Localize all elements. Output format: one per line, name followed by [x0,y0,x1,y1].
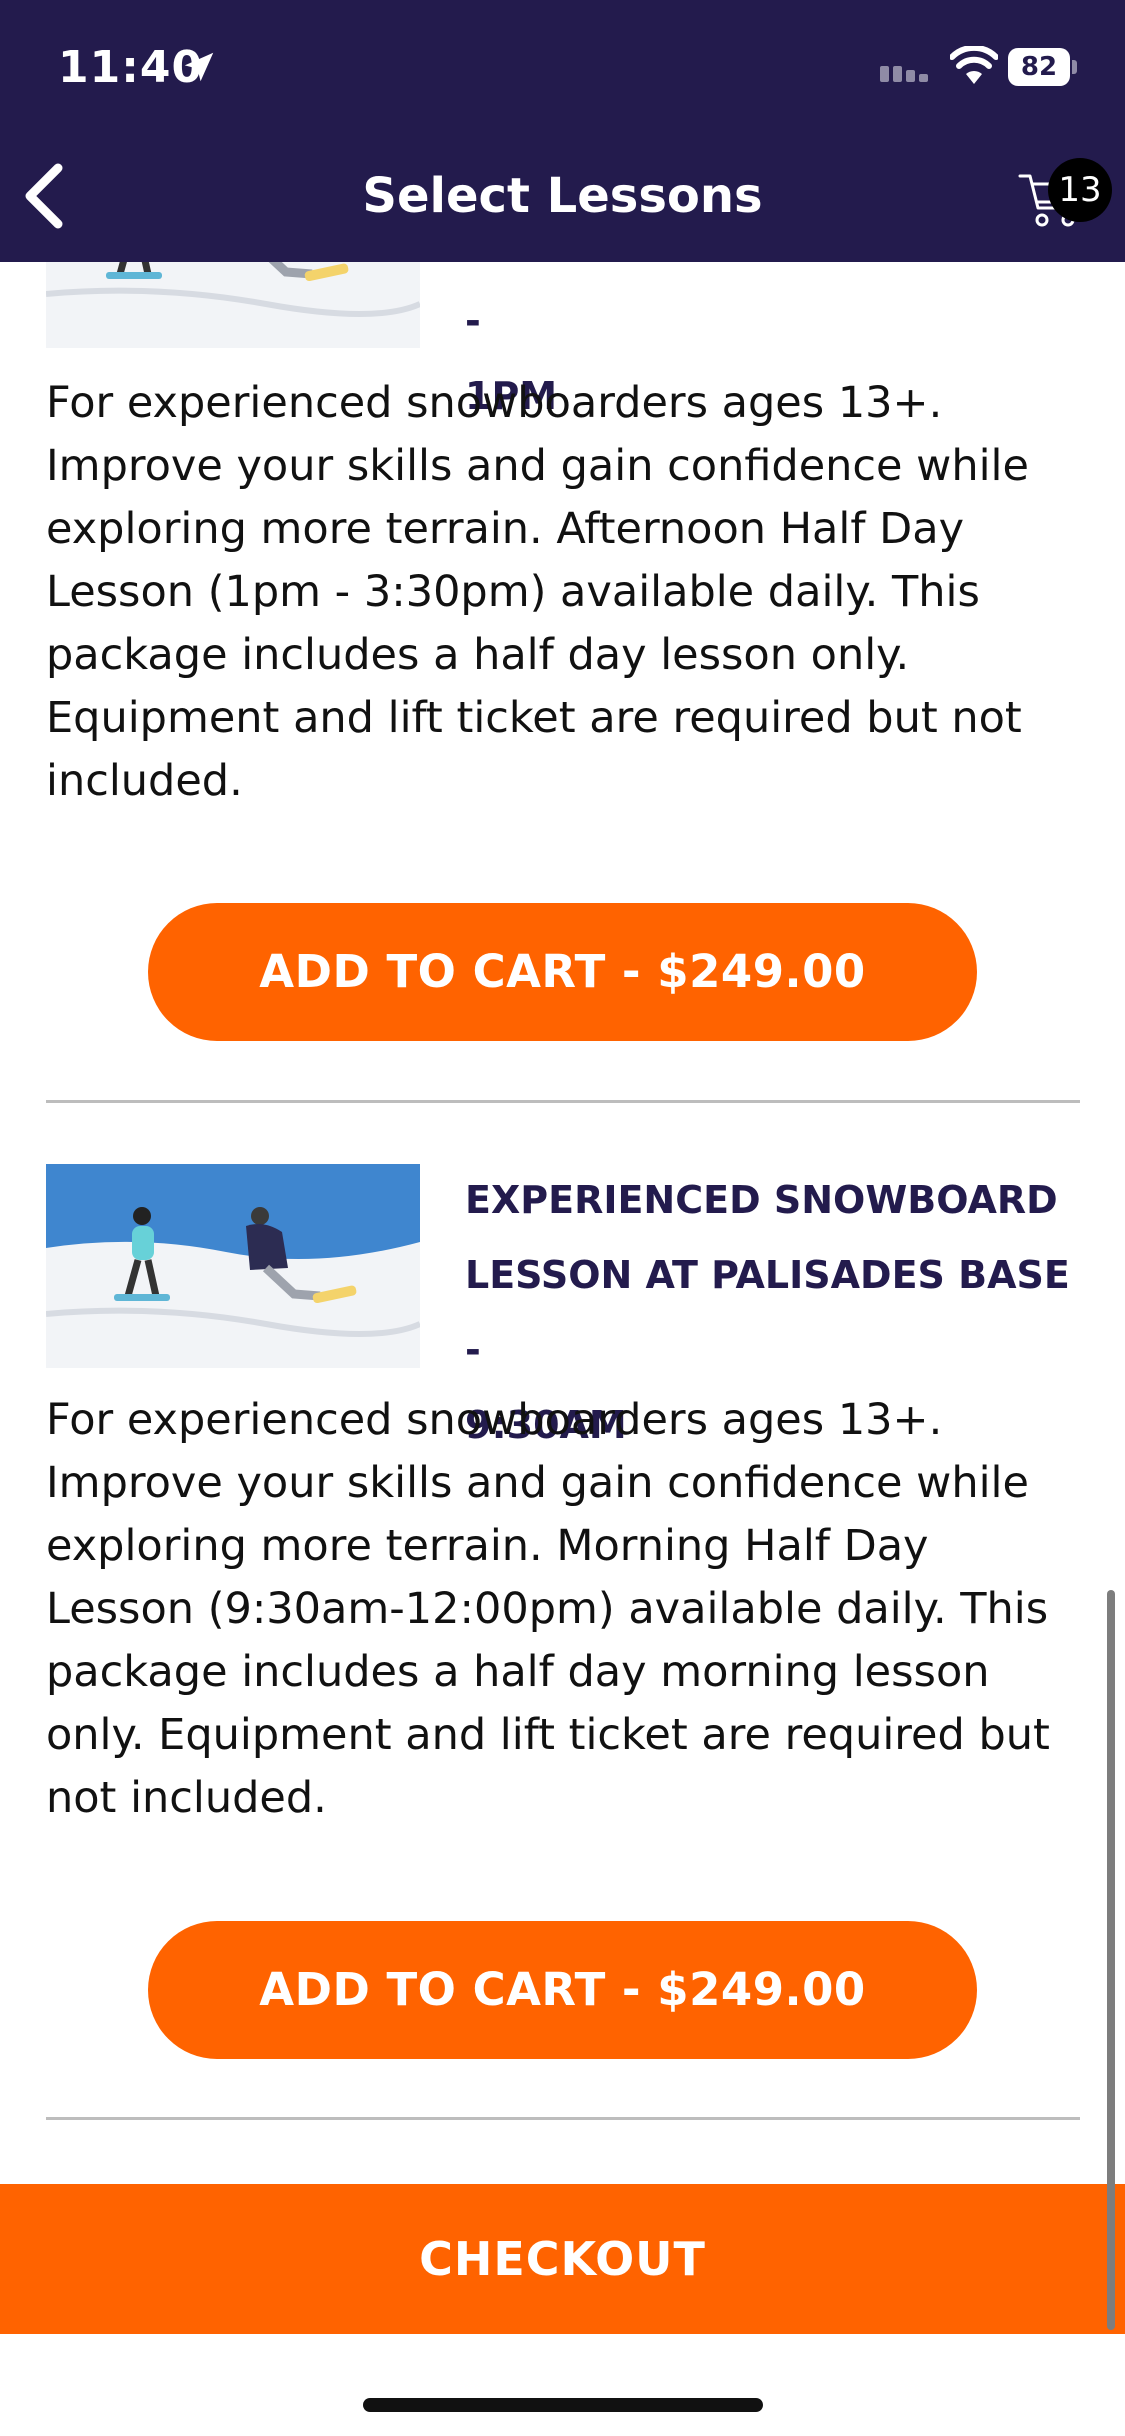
lesson-image [46,262,420,348]
scrollbar[interactable] [1107,1590,1115,2330]
lessons-list[interactable]: LESSON AT PALISADES BASE - 1PM For exper… [0,262,1125,2184]
lesson-title-line: LESSON AT PALISADES BASE - [465,262,1070,343]
app-header: 11:40 82 Select Lessons 13 [0,0,1125,262]
add-to-cart-button[interactable]: ADD TO CART - $249.00 [148,1921,977,2059]
cart-count-badge[interactable]: 13 [1048,158,1112,222]
location-arrow-icon [184,52,214,82]
lesson-title-line: EXPERIENCED SNOWBOARD [465,1178,1058,1222]
battery-icon: 82 [1008,48,1080,88]
lesson-description: For experienced snowboarders ages 13+. I… [46,1395,1050,1823]
add-to-cart-button[interactable]: ADD TO CART - $249.00 [148,903,977,1041]
wifi-icon [950,46,998,84]
lesson-description: For experienced snowboarders ages 13+. I… [46,378,1029,806]
divider [46,2117,1080,2120]
checkout-button[interactable]: CHECKOUT [0,2184,1125,2334]
lesson-image [46,1164,420,1368]
home-indicator[interactable] [363,2398,763,2412]
page-title: Select Lessons [362,168,763,224]
battery-level: 82 [1008,48,1070,86]
battery-tip [1072,60,1077,74]
lesson-title-line: LESSON AT PALISADES BASE - [465,1253,1070,1372]
signal-icon [880,66,928,82]
divider [46,1100,1080,1103]
